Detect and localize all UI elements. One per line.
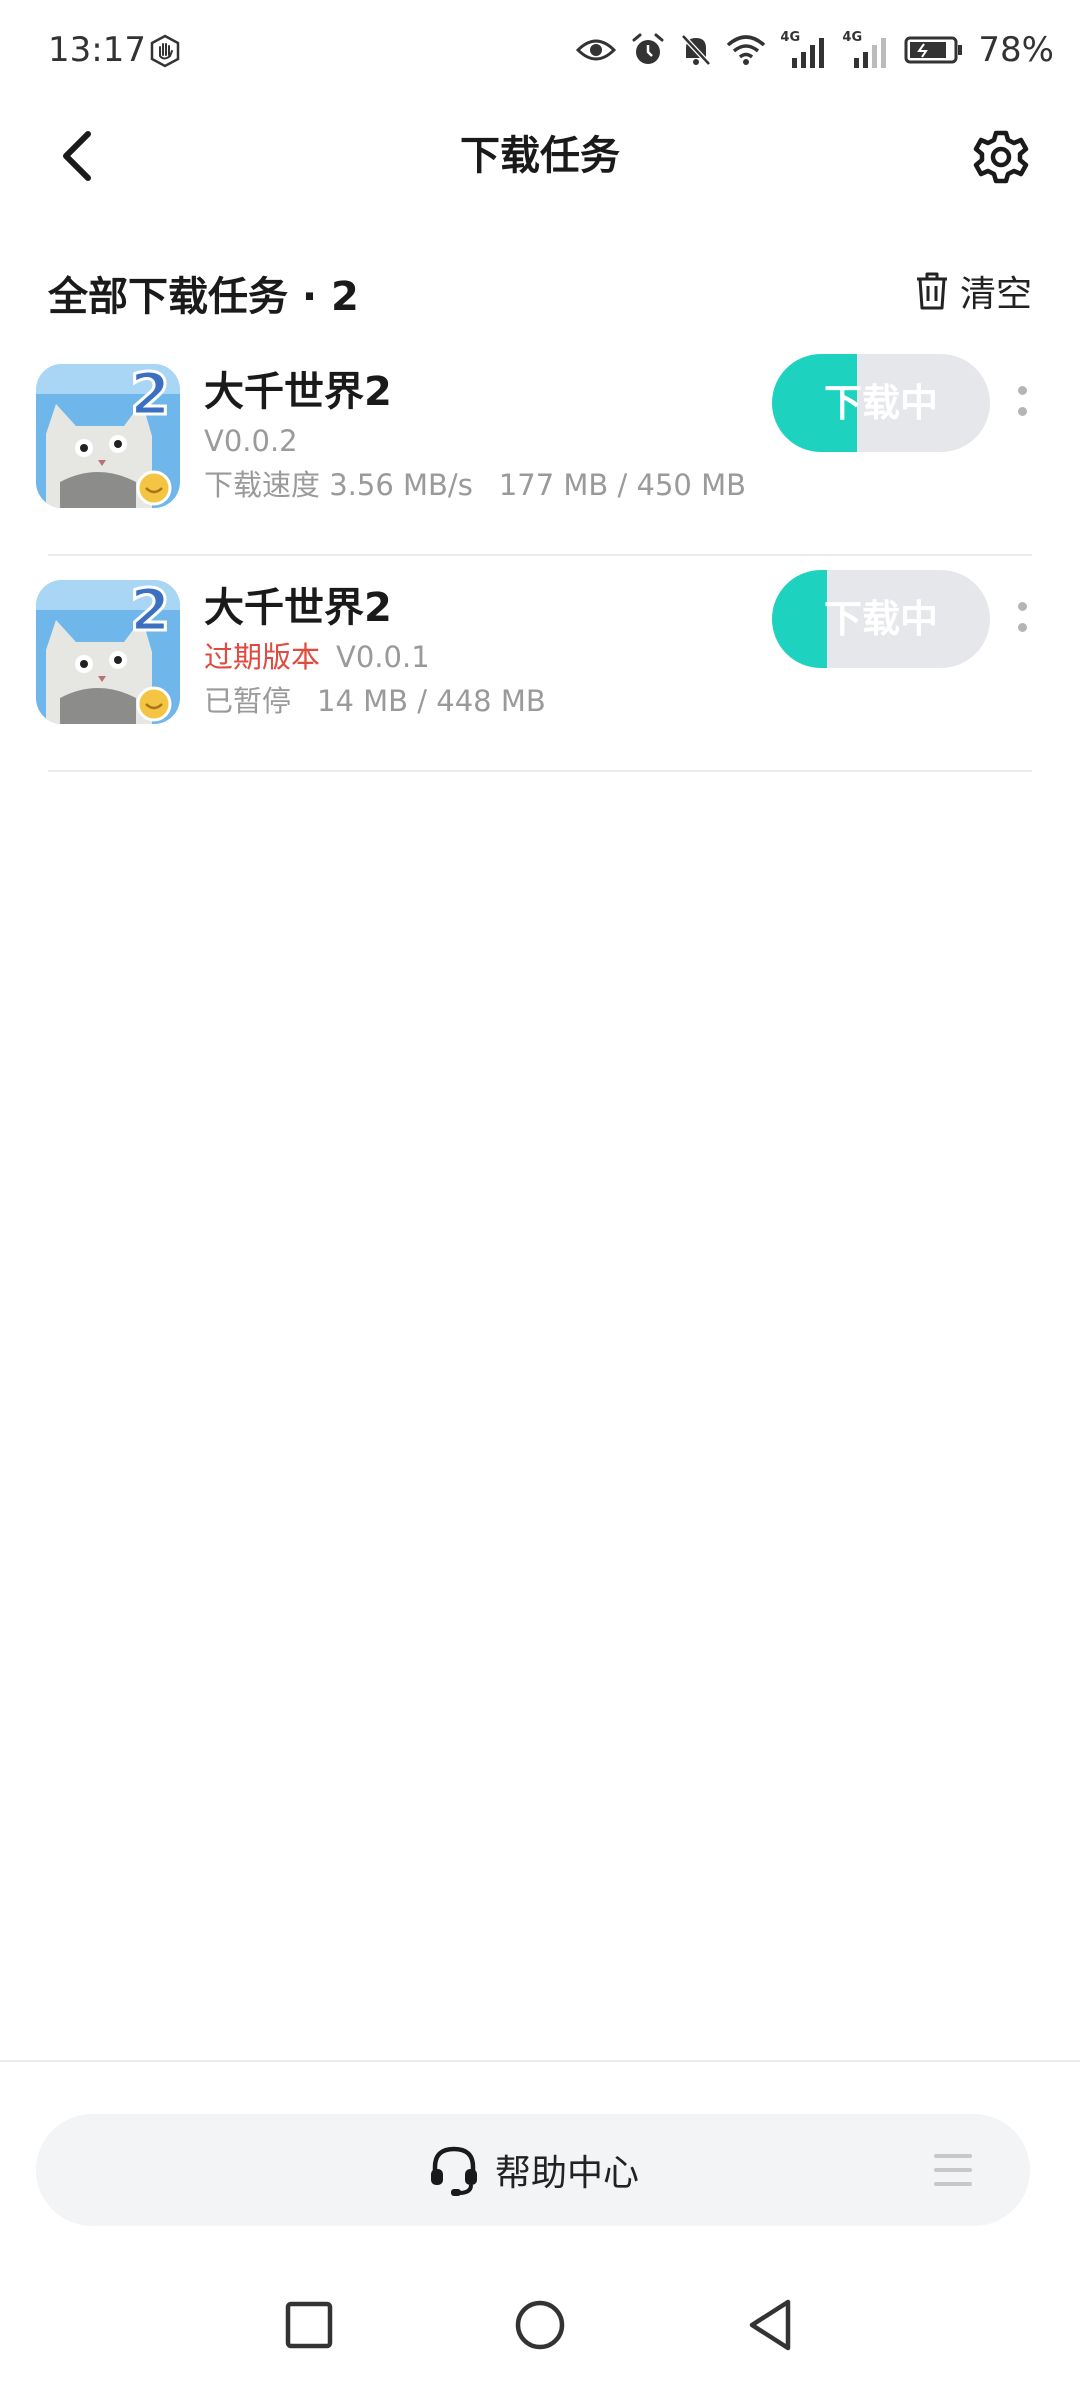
app-icon[interactable]: 2 <box>36 364 180 508</box>
app-name: 大千世界2 <box>204 585 392 631</box>
svg-text:2: 2 <box>130 364 170 428</box>
download-meta: 下载速度 3.56 MB/s 177 MB / 450 MB <box>204 464 746 506</box>
battery-icon <box>904 36 963 64</box>
menu-icon[interactable] <box>934 2154 972 2186</box>
status-bar: 13:17 4G 4G 78% <box>0 0 1080 104</box>
download-size: 177 MB / 450 MB <box>498 468 746 502</box>
clear-button[interactable]: 清空 <box>914 266 1032 316</box>
gear-icon[interactable] <box>972 128 1030 186</box>
expired-version-label: 过期版本 <box>204 640 321 674</box>
header: 下载任务 <box>0 104 1080 208</box>
triangle-nav-icon[interactable] <box>736 2290 806 2360</box>
more-icon[interactable] <box>1004 582 1040 652</box>
system-nav-bar <box>0 2290 1080 2400</box>
alarm-icon <box>632 33 664 64</box>
status-icons: 4G 4G 78% <box>576 28 1054 72</box>
hand-icon <box>150 34 180 68</box>
signal-icon: 4G <box>780 30 828 70</box>
app-icon[interactable]: 2 <box>36 580 180 724</box>
download-button-label: 下载中 <box>823 597 938 641</box>
app-version-line: V0.0.2 <box>204 420 298 462</box>
app-version-line: 过期版本 V0.0.1 <box>204 636 430 678</box>
download-progress-button[interactable]: 下载中 <box>772 570 990 668</box>
eye-icon <box>576 39 617 61</box>
trash-icon <box>916 272 947 310</box>
download-size: 14 MB / 448 MB <box>317 684 546 718</box>
circle-nav-icon[interactable] <box>505 2290 575 2360</box>
download-task: 2 大千世界2 过期版本 V0.0.1 已暂停 14 MB / 448 MB 下载中 <box>0 556 1080 772</box>
app-name: 大千世界2 <box>204 369 392 415</box>
headset-icon <box>430 2146 477 2196</box>
square-nav-icon[interactable] <box>274 2290 344 2360</box>
more-icon[interactable] <box>1004 366 1040 436</box>
help-center-button[interactable]: 帮助中心 <box>36 2114 1030 2226</box>
status-time: 13:17 <box>48 30 146 70</box>
battery-percent: 78% <box>978 30 1054 70</box>
wifi-icon <box>727 35 766 65</box>
download-button-label: 下载中 <box>823 381 938 425</box>
download-progress-button[interactable]: 下载中 <box>772 354 990 452</box>
help-center-label: 帮助中心 <box>494 2153 639 2194</box>
download-meta: 已暂停 14 MB / 448 MB <box>204 680 546 722</box>
section-title: 全部下载任务 · 2 <box>48 274 359 320</box>
mute-icon <box>681 34 712 66</box>
svg-text:2: 2 <box>130 580 170 644</box>
divider <box>48 770 1032 772</box>
download-status: 已暂停 <box>204 684 292 718</box>
divider <box>0 2060 1080 2062</box>
page-title: 下载任务 <box>460 133 620 179</box>
clear-label: 清空 <box>959 274 1032 315</box>
app-version: V0.0.1 <box>336 640 430 674</box>
download-status: 下载速度 3.56 MB/s <box>204 468 473 502</box>
download-task: 2 大千世界2 V0.0.2 下载速度 3.56 MB/s 177 MB / 45… <box>0 340 1080 556</box>
help-bar: 帮助中心 <box>36 2114 1030 2226</box>
signal-icon: 4G <box>842 30 890 70</box>
app-version: V0.0.2 <box>204 424 298 458</box>
